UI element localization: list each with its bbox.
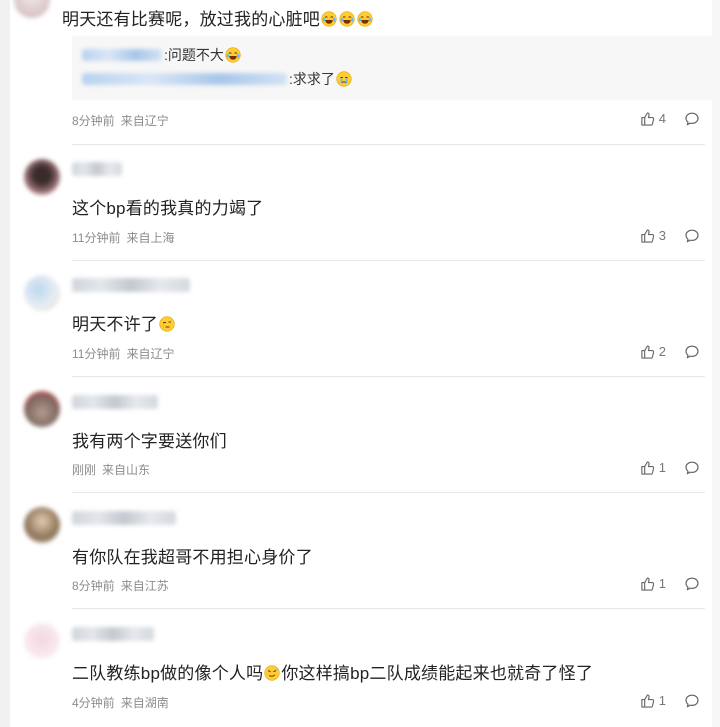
- like-button[interactable]: 3: [640, 228, 666, 243]
- comment-meta: 8分钟前 来自江苏: [72, 577, 175, 594]
- reply-preview-box[interactable]: :问题不大 :求求了: [72, 36, 712, 100]
- avatar[interactable]: [24, 507, 60, 543]
- like-count: 4: [658, 111, 666, 126]
- like-button[interactable]: 1: [640, 693, 666, 708]
- comment-meta: 11分钟前 来自辽宁: [72, 345, 180, 362]
- reply-line: :问题不大: [82, 45, 242, 65]
- username[interactable]: [72, 627, 154, 641]
- timestamp: 4分钟前: [72, 696, 115, 710]
- reply-icon[interactable]: [684, 228, 700, 244]
- avatar[interactable]: [14, 0, 50, 18]
- laugh-cry-emoji: [321, 11, 337, 27]
- like-button[interactable]: 2: [640, 344, 666, 359]
- comment-text: 我有两个字要送你们: [72, 432, 227, 451]
- comment-meta: 4分钟前 来自湖南: [72, 694, 175, 711]
- laugh-cry-emoji: [339, 11, 355, 27]
- like-count: 1: [658, 693, 666, 708]
- comment-item: 我有两个字要送你们 刚刚 来自山东 1: [0, 377, 720, 493]
- avatar[interactable]: [24, 159, 60, 195]
- laugh-cry-emoji: [357, 11, 373, 27]
- like-button[interactable]: 1: [640, 460, 666, 475]
- thumbs-up-icon: [640, 693, 655, 708]
- username[interactable]: [72, 278, 190, 292]
- username[interactable]: [72, 511, 176, 525]
- avatar[interactable]: [24, 623, 60, 659]
- like-button[interactable]: 4: [640, 111, 666, 126]
- like-button[interactable]: 1: [640, 576, 666, 591]
- laugh-emoji: [225, 47, 241, 63]
- comment-item: 这个bp看的我真的力竭了 11分钟前 来自上海 3: [0, 145, 720, 261]
- location: 来自辽宁: [120, 114, 169, 128]
- comment-text: 明天不许了: [72, 310, 176, 335]
- thumbs-up-icon: [640, 460, 655, 475]
- location: 来自山东: [102, 463, 151, 477]
- like-count: 1: [658, 576, 666, 591]
- like-count: 1: [658, 460, 666, 475]
- timestamp: 刚刚: [72, 463, 97, 477]
- reply-text: :问题不大: [164, 47, 224, 63]
- location: 来自江苏: [120, 579, 169, 593]
- username[interactable]: [72, 395, 158, 409]
- location: 来自上海: [126, 231, 175, 245]
- timestamp: 8分钟前: [72, 114, 115, 128]
- reply-username[interactable]: [82, 73, 287, 85]
- reply-icon[interactable]: [684, 460, 700, 476]
- like-count: 3: [658, 228, 666, 243]
- reply-icon[interactable]: [684, 693, 700, 709]
- comment-item: 二队教练bp做的像个人吗 你这样搞bp二队成绩能起来也就奇了怪了 4分钟前 来自湖南…: [0, 609, 720, 727]
- sideeye-emoji: [159, 316, 175, 332]
- reply-username[interactable]: [82, 49, 162, 61]
- comment-text: 有你队在我超哥不用担心身价了: [72, 548, 313, 567]
- reply-icon[interactable]: [684, 111, 700, 127]
- comment-text: 这个bp看的我真的力竭了: [72, 199, 264, 218]
- comment-meta: 8分钟前 来自辽宁: [72, 112, 175, 129]
- comment-meta: 刚刚 来自山东: [72, 461, 156, 478]
- location: 来自湖南: [120, 696, 169, 710]
- comment-item: 明天不许了 11分钟前 来自辽宁 2: [0, 261, 720, 377]
- thumbs-up-icon: [640, 111, 655, 126]
- comment-text: 明天还有比赛呢，放过我的心脏吧: [62, 5, 374, 30]
- comment-meta: 11分钟前 来自上海: [72, 229, 180, 246]
- comment-text: 二队教练bp做的像个人吗 你这样搞bp二队成绩能起来也就奇了怪了: [72, 664, 594, 683]
- username[interactable]: [72, 162, 122, 176]
- reply-line: :求求了: [82, 69, 353, 89]
- reply-icon[interactable]: [684, 344, 700, 360]
- timestamp: 11分钟前: [72, 231, 121, 245]
- timestamp: 8分钟前: [72, 579, 115, 593]
- wry-smile-emoji: [264, 665, 280, 681]
- crying-emoji: [336, 71, 352, 87]
- avatar[interactable]: [24, 275, 60, 311]
- thumbs-up-icon: [640, 344, 655, 359]
- thumbs-up-icon: [640, 228, 655, 243]
- avatar[interactable]: [24, 391, 60, 427]
- comment-item: 有你队在我超哥不用担心身价了 8分钟前 来自江苏 1: [0, 493, 720, 609]
- reply-text: :求求了: [289, 71, 335, 87]
- like-count: 2: [658, 344, 666, 359]
- location: 来自辽宁: [126, 347, 175, 361]
- comment-item: 明天还有比赛呢，放过我的心脏吧 :问题不大 :求求了 8分钟前 来自辽宁 4: [0, 0, 720, 145]
- timestamp: 11分钟前: [72, 347, 121, 361]
- reply-icon[interactable]: [684, 576, 700, 592]
- thumbs-up-icon: [640, 576, 655, 591]
